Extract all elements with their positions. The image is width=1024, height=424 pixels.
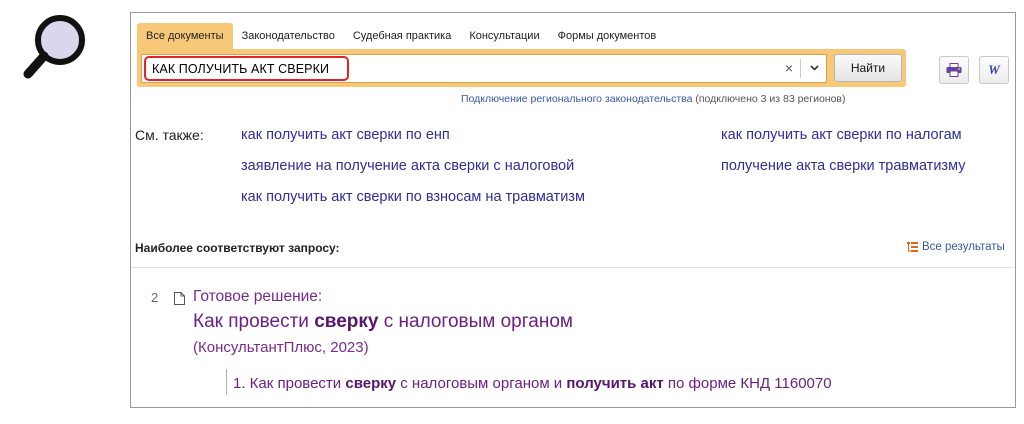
result-title-text: Как провести [193,311,315,332]
word-export-button[interactable]: W [979,56,1009,84]
print-button[interactable] [939,56,969,84]
tab-document-forms[interactable]: Формы документов [549,23,666,49]
find-button[interactable]: Найти [834,54,902,82]
result-title-link[interactable]: Как провести сверку с налоговым органом [193,311,573,333]
see-also-link[interactable]: как получить акт сверки по взносам на тр… [241,189,585,205]
search-tabs: Все документы Законодательство Судебная … [137,23,665,49]
document-icon [174,292,185,305]
word-export-icon: W [988,62,1000,77]
result-sub-text: 1. Как провести [233,375,346,392]
tab-court-practice[interactable]: Судебная практика [344,23,460,49]
see-also-link[interactable]: заявление на получение акта сверки с нал… [241,158,574,174]
printer-icon [946,63,962,77]
regional-status: (подключено 3 из 83 регионов) [695,93,846,105]
search-panel: × Найти [137,49,906,87]
result-sub-highlight: получить акт [566,375,664,392]
result-sub-text: по форме КНД 1160070 [663,375,832,392]
result-sub-text: с налоговым органом и [396,375,567,392]
regional-legislation-link[interactable]: Подключение регионального законодательст… [461,93,692,105]
magnifier-icon [23,15,85,79]
see-also-link[interactable]: как получить акт сверки по налогам [721,127,962,143]
divider [800,59,801,78]
see-also-link[interactable]: получение акта сверки травматизму [721,158,965,174]
result-type: Готовое решение: [193,288,323,305]
result-title-text: с налоговым органом [378,311,573,332]
tab-legislation[interactable]: Законодательство [233,23,344,49]
all-results-link[interactable]: Все результаты [907,241,1005,253]
clear-icon[interactable]: × [780,59,798,78]
results-header: Наиболее соответствуют запросу: [135,241,340,255]
regional-legislation: Подключение регионального законодательст… [461,93,846,105]
all-results-label: Все результаты [922,241,1005,253]
page: Все документы Законодательство Судебная … [0,0,1024,424]
search-box: × [141,54,827,83]
see-also-link[interactable]: как получить акт сверки по енп [241,127,450,143]
chevron-down-icon-shape [809,65,819,71]
divider [131,267,1015,268]
results-list-icon [907,242,918,252]
chevron-down-icon[interactable] [806,59,822,78]
see-also-label: См. также: [135,127,204,143]
result-subsection-link[interactable]: 1. Как провести сверку с налоговым орган… [233,375,832,392]
result-sub-highlight: сверку [345,375,397,392]
result-subsection-bar [226,369,227,395]
search-window: Все документы Законодательство Судебная … [130,12,1016,408]
result-number: 2 [151,290,159,305]
search-input[interactable] [152,58,772,79]
result-source: (КонсультантПлюс, 2023) [193,339,369,356]
tab-all-documents[interactable]: Все документы [137,23,233,49]
tab-consultations[interactable]: Консультации [460,23,548,49]
result-title-highlight: сверку [314,311,379,332]
